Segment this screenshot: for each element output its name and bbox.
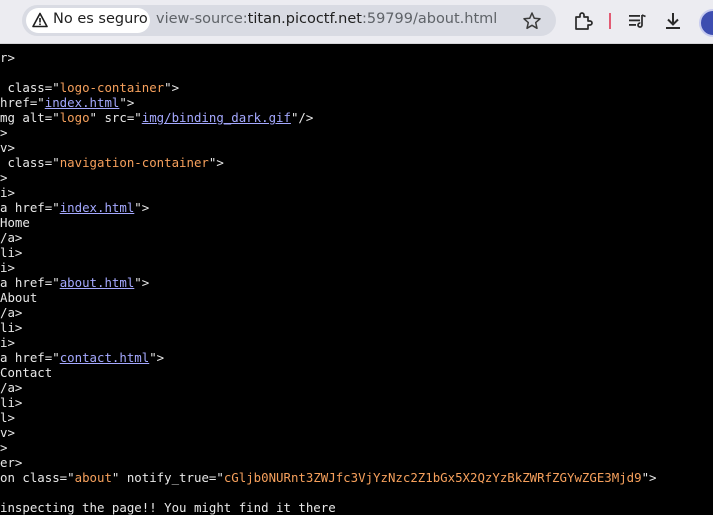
source-line: on class="about" notify_true="cGljb0NURn… bbox=[0, 470, 657, 485]
source-line: li> bbox=[0, 395, 22, 410]
source-text: class=" bbox=[0, 80, 60, 95]
source-text: href=" bbox=[0, 95, 45, 110]
url-text[interactable]: view-source:titan.picoctf.net:59799/abou… bbox=[156, 11, 497, 27]
source-line: a href="about.html"> bbox=[0, 275, 149, 290]
source-line: r> bbox=[0, 50, 15, 65]
source-text: About bbox=[0, 290, 38, 305]
source-text: "/> bbox=[290, 110, 314, 125]
source-text: li> bbox=[0, 395, 23, 410]
source-line: /a> bbox=[0, 380, 22, 395]
attribute-value: cGljb0NURnt3ZWJfc3VjYzNzc2Z1bGx5X2QzYzBk… bbox=[223, 470, 642, 485]
source-line: i> bbox=[0, 185, 15, 200]
source-text: > bbox=[0, 170, 8, 185]
source-text: Contact bbox=[0, 365, 53, 380]
source-line: > bbox=[0, 170, 7, 185]
source-link[interactable]: index.html bbox=[45, 95, 120, 110]
source-text: er> bbox=[0, 455, 23, 470]
source-text: inspecting the page!! You might find it … bbox=[0, 500, 336, 515]
source-text: " src=" bbox=[89, 110, 142, 125]
source-text: "> bbox=[164, 80, 180, 95]
source-text: "> bbox=[119, 95, 135, 110]
source-text: v> bbox=[0, 140, 15, 155]
source-text: i> bbox=[0, 185, 15, 200]
source-text: "> bbox=[208, 155, 224, 170]
source-line: mg alt="logo" src="img/binding_dark.gif"… bbox=[0, 110, 313, 125]
source-line: i> bbox=[0, 335, 15, 350]
source-line: class="logo-container"> bbox=[0, 80, 179, 95]
source-link[interactable]: contact.html bbox=[60, 350, 150, 365]
url-scheme: view-source: bbox=[156, 11, 248, 27]
security-chip[interactable]: No es seguro bbox=[26, 8, 150, 33]
source-line: Home bbox=[0, 215, 30, 230]
source-line: > bbox=[0, 125, 7, 140]
source-text: v> bbox=[0, 425, 15, 440]
source-text: /a> bbox=[0, 380, 23, 395]
source-line: About bbox=[0, 290, 37, 305]
source-link[interactable]: img/binding_dark.gif bbox=[142, 110, 291, 125]
source-text: a href=" bbox=[0, 350, 60, 365]
source-text: a href=" bbox=[0, 200, 60, 215]
warning-icon bbox=[32, 12, 48, 28]
source-text: li> bbox=[0, 320, 23, 335]
source-text: "> bbox=[134, 200, 150, 215]
source-line: /a> bbox=[0, 305, 22, 320]
browser-toolbar: No es seguro view-source:titan.picoctf.n… bbox=[0, 0, 713, 44]
source-line: > bbox=[0, 440, 7, 455]
source-line: inspecting the page!! You might find it … bbox=[0, 500, 336, 515]
attribute-value: navigation-container bbox=[59, 155, 209, 170]
source-line: v> bbox=[0, 425, 15, 440]
source-view: r> class="logo-container"> href="index.h… bbox=[0, 43, 713, 515]
source-line: a href="contact.html"> bbox=[0, 350, 164, 365]
extensions-icon[interactable] bbox=[572, 10, 594, 32]
source-text: r> bbox=[0, 50, 15, 65]
source-line: a href="index.html"> bbox=[0, 200, 149, 215]
source-line: /a> bbox=[0, 230, 22, 245]
source-text: "> bbox=[149, 350, 165, 365]
source-text: "> bbox=[641, 470, 657, 485]
source-line: l> bbox=[0, 410, 15, 425]
url-path: :59799/about.html bbox=[361, 11, 498, 27]
source-line: li> bbox=[0, 320, 22, 335]
source-link[interactable]: index.html bbox=[60, 200, 135, 215]
source-text: > bbox=[0, 440, 8, 455]
source-line: Contact bbox=[0, 365, 52, 380]
source-line: class="navigation-container"> bbox=[0, 155, 224, 170]
source-text: "> bbox=[134, 275, 150, 290]
source-line: v> bbox=[0, 140, 15, 155]
source-text: class=" bbox=[0, 155, 60, 170]
toolbar-separator bbox=[609, 13, 611, 29]
download-icon[interactable] bbox=[662, 10, 684, 32]
source-text: > bbox=[0, 125, 8, 140]
attribute-value: logo-container bbox=[59, 80, 165, 95]
media-queue-icon[interactable] bbox=[626, 10, 648, 32]
address-bar[interactable]: No es seguro view-source:titan.picoctf.n… bbox=[22, 5, 556, 36]
source-line: er> bbox=[0, 455, 22, 470]
attribute-value: about bbox=[74, 470, 112, 485]
source-text: i> bbox=[0, 260, 15, 275]
source-link[interactable]: about.html bbox=[60, 275, 135, 290]
source-text: li> bbox=[0, 245, 23, 260]
source-line: href="index.html"> bbox=[0, 95, 134, 110]
source-line: li> bbox=[0, 245, 22, 260]
security-label: No es seguro bbox=[53, 11, 148, 27]
bookmark-star-icon[interactable] bbox=[522, 11, 542, 31]
source-text: mg alt=" bbox=[0, 110, 60, 125]
url-host: titan.picoctf.net bbox=[247, 11, 362, 27]
source-text: i> bbox=[0, 335, 15, 350]
source-text: " notify_true=" bbox=[111, 470, 224, 485]
source-text: l> bbox=[0, 410, 15, 425]
source-line: i> bbox=[0, 260, 15, 275]
source-text: Home bbox=[0, 215, 30, 230]
source-text: on class=" bbox=[0, 470, 75, 485]
profile-avatar[interactable] bbox=[699, 9, 713, 37]
attribute-value: logo bbox=[59, 110, 90, 125]
source-text: /a> bbox=[0, 305, 23, 320]
source-text: a href=" bbox=[0, 275, 60, 290]
source-text: /a> bbox=[0, 230, 23, 245]
